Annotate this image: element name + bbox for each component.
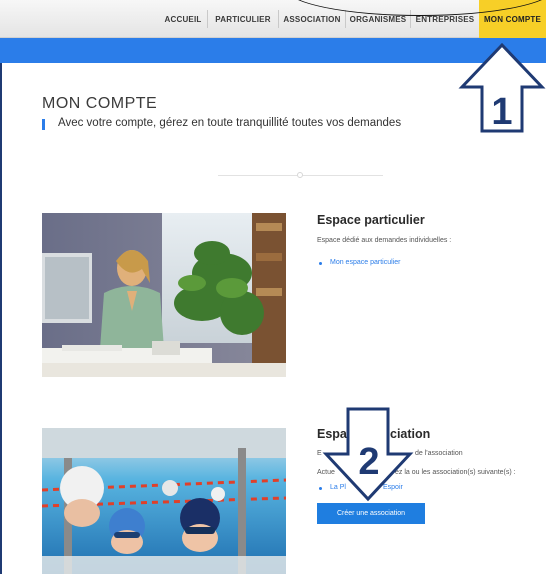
- list-bullet: [319, 487, 322, 490]
- top-navigation: ACCUEIL PARTICULIER ASSOCIATION ORGANISM…: [0, 0, 546, 38]
- association-link-end[interactable]: Espoir: [383, 484, 403, 491]
- nav-accueil[interactable]: ACCUEIL: [160, 0, 206, 38]
- list-bullet: [319, 262, 322, 265]
- espace-particulier-description: Espace dédié aux demandes individuelles …: [317, 237, 452, 244]
- association-link-start[interactable]: La Pl: [330, 484, 346, 491]
- page-title: MON COMPTE: [42, 95, 158, 112]
- subtitle-marker: [42, 119, 45, 130]
- association-description-start: E: [317, 450, 322, 457]
- nav-mon-compte[interactable]: MON COMPTE: [479, 0, 546, 38]
- association-list-intro-end: ez la ou les association(s) suivante(s) …: [395, 469, 516, 476]
- nav-association[interactable]: ASSOCIATION: [279, 0, 345, 38]
- espace-association-title-end: ciation: [390, 427, 431, 441]
- nav-organismes[interactable]: ORGANISMES: [346, 0, 410, 38]
- association-list-intro-start: Actue: [317, 469, 335, 476]
- header-bar: [0, 38, 546, 63]
- divider-right: [303, 175, 383, 176]
- swimming-photo: [42, 428, 286, 574]
- association-description-end: de l'association: [415, 450, 463, 457]
- espace-particulier-title: Espace particulier: [317, 213, 425, 227]
- create-association-button[interactable]: Créer une association: [317, 503, 425, 524]
- nav-particulier[interactable]: PARTICULIER: [208, 0, 278, 38]
- page-subtitle: Avec votre compte, gérez en toute tranqu…: [58, 117, 402, 129]
- divider-left: [218, 175, 297, 176]
- office-photo: [42, 213, 286, 377]
- mon-espace-particulier-link[interactable]: Mon espace particulier: [330, 259, 400, 266]
- nav-entreprises[interactable]: ENTREPRISES: [411, 0, 479, 38]
- espace-association-title-start: Espa: [317, 427, 347, 441]
